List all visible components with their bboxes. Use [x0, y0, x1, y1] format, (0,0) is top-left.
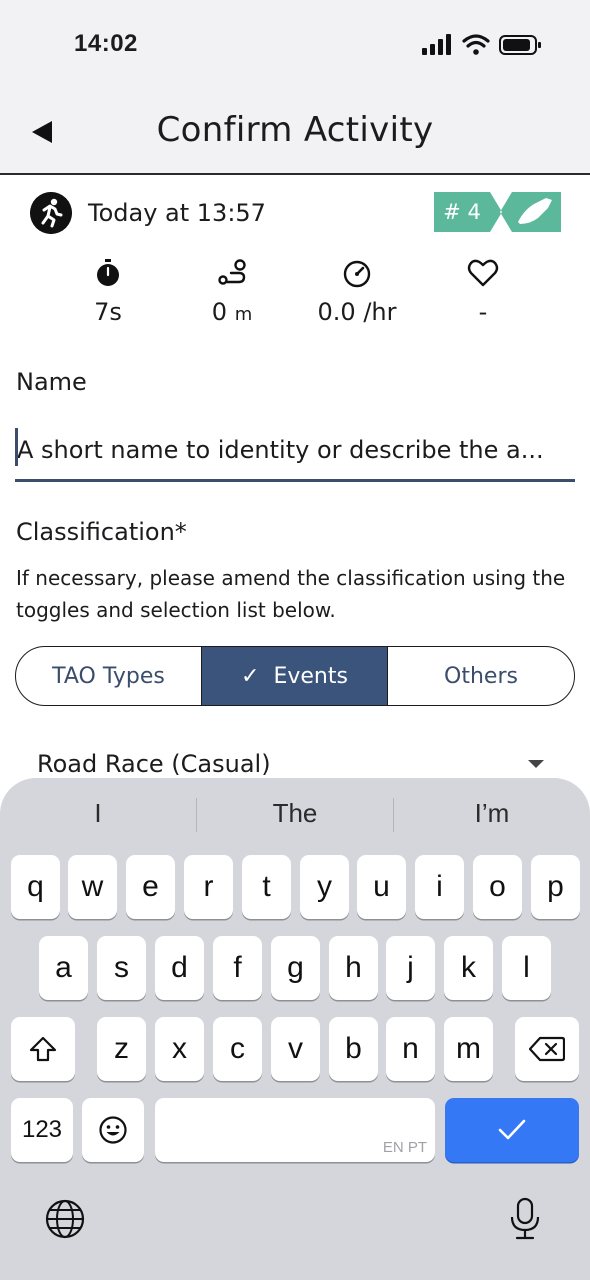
stopwatch-icon: [97, 259, 119, 286]
key-i[interactable]: i: [415, 855, 464, 919]
key-f[interactable]: f: [213, 936, 262, 1000]
status-icons: [422, 34, 541, 55]
key-n[interactable]: n: [386, 1017, 435, 1081]
key-d[interactable]: d: [155, 936, 204, 1000]
done-key[interactable]: [445, 1098, 579, 1162]
space-key[interactable]: EN PT: [155, 1098, 435, 1162]
key-b[interactable]: b: [329, 1017, 378, 1081]
distance-value: 0: [211, 298, 228, 326]
signal-icon: [422, 34, 451, 55]
heart-icon: [467, 259, 499, 287]
microphone-icon[interactable]: [502, 1196, 548, 1242]
shift-icon: [29, 1036, 57, 1062]
distance-stat: 0 m: [172, 258, 292, 326]
pace-stat: 0.0 /hr: [297, 258, 417, 326]
keyboard-language: EN PT: [382, 1139, 427, 1156]
suggestion-1[interactable]: I: [0, 798, 196, 829]
backspace-icon: [529, 1036, 565, 1062]
heart-rate-stat: -: [423, 258, 543, 326]
key-r[interactable]: r: [184, 855, 233, 919]
key-l[interactable]: l: [502, 936, 551, 1000]
key-x[interactable]: x: [155, 1017, 204, 1081]
category-select[interactable]: Road Race (Casual): [37, 750, 271, 778]
key-u[interactable]: u: [357, 855, 406, 919]
shift-key[interactable]: [11, 1017, 75, 1081]
segment-tao-types[interactable]: TAO Types: [16, 647, 202, 705]
emoji-icon: [99, 1116, 127, 1144]
key-m[interactable]: m: [444, 1017, 493, 1081]
suggestion-3[interactable]: I’m: [394, 798, 590, 829]
page-title: Confirm Activity: [156, 110, 434, 150]
key-t[interactable]: t: [242, 855, 291, 919]
numbers-key[interactable]: 123: [11, 1098, 73, 1162]
suggestion-2[interactable]: The: [197, 798, 393, 829]
key-z[interactable]: z: [97, 1017, 146, 1081]
key-j[interactable]: j: [386, 936, 435, 1000]
key-p[interactable]: p: [531, 855, 580, 919]
key-c[interactable]: c: [213, 1017, 262, 1081]
wifi-icon: [462, 34, 490, 48]
activity-datetime: Today at 13:57: [88, 199, 266, 227]
classification-help-text: If necessary, please amend the classific…: [16, 566, 566, 622]
duration-value: 7s: [94, 298, 122, 326]
segment-events[interactable]: ✓ Events: [202, 647, 388, 705]
emoji-key[interactable]: [82, 1098, 144, 1162]
classification-segmented-control: TAO Types ✓ Events Others: [15, 646, 575, 706]
checkmark-icon: ✓: [241, 663, 260, 689]
key-v[interactable]: v: [271, 1017, 320, 1081]
key-w[interactable]: w: [68, 855, 117, 919]
top-bar: 14:02 Confirm Activity: [0, 0, 590, 175]
duration-stat: 7s: [48, 258, 168, 326]
classification-label: Classification*: [16, 518, 187, 546]
running-icon: [30, 192, 72, 234]
battery-icon: [499, 35, 541, 55]
text-caret: [15, 428, 18, 466]
globe-icon[interactable]: [42, 1196, 88, 1242]
key-q[interactable]: q: [11, 855, 60, 919]
status-time: 14:02: [74, 30, 138, 57]
distance-unit: m: [234, 304, 253, 325]
key-a[interactable]: a: [39, 936, 88, 1000]
dropdown-arrow-icon[interactable]: [528, 760, 544, 768]
key-k[interactable]: k: [444, 936, 493, 1000]
backspace-key[interactable]: [515, 1017, 579, 1081]
key-h[interactable]: h: [329, 936, 378, 1000]
speedometer-icon: [343, 260, 371, 288]
heart-rate-value: -: [478, 298, 488, 326]
pace-value: 0.0 /hr: [317, 298, 397, 326]
checkmark-icon: [498, 1119, 526, 1140]
segment-others[interactable]: Others: [388, 647, 574, 705]
key-o[interactable]: o: [473, 855, 522, 919]
segment-events-label: Events: [273, 663, 348, 689]
name-label: Name: [16, 368, 87, 396]
key-s[interactable]: s: [97, 936, 146, 1000]
key-y[interactable]: y: [300, 855, 349, 919]
rank-number: # 4: [443, 200, 481, 224]
name-input[interactable]: [15, 420, 575, 482]
key-e[interactable]: e: [126, 855, 175, 919]
route-icon: [218, 259, 246, 285]
key-g[interactable]: g: [271, 936, 320, 1000]
